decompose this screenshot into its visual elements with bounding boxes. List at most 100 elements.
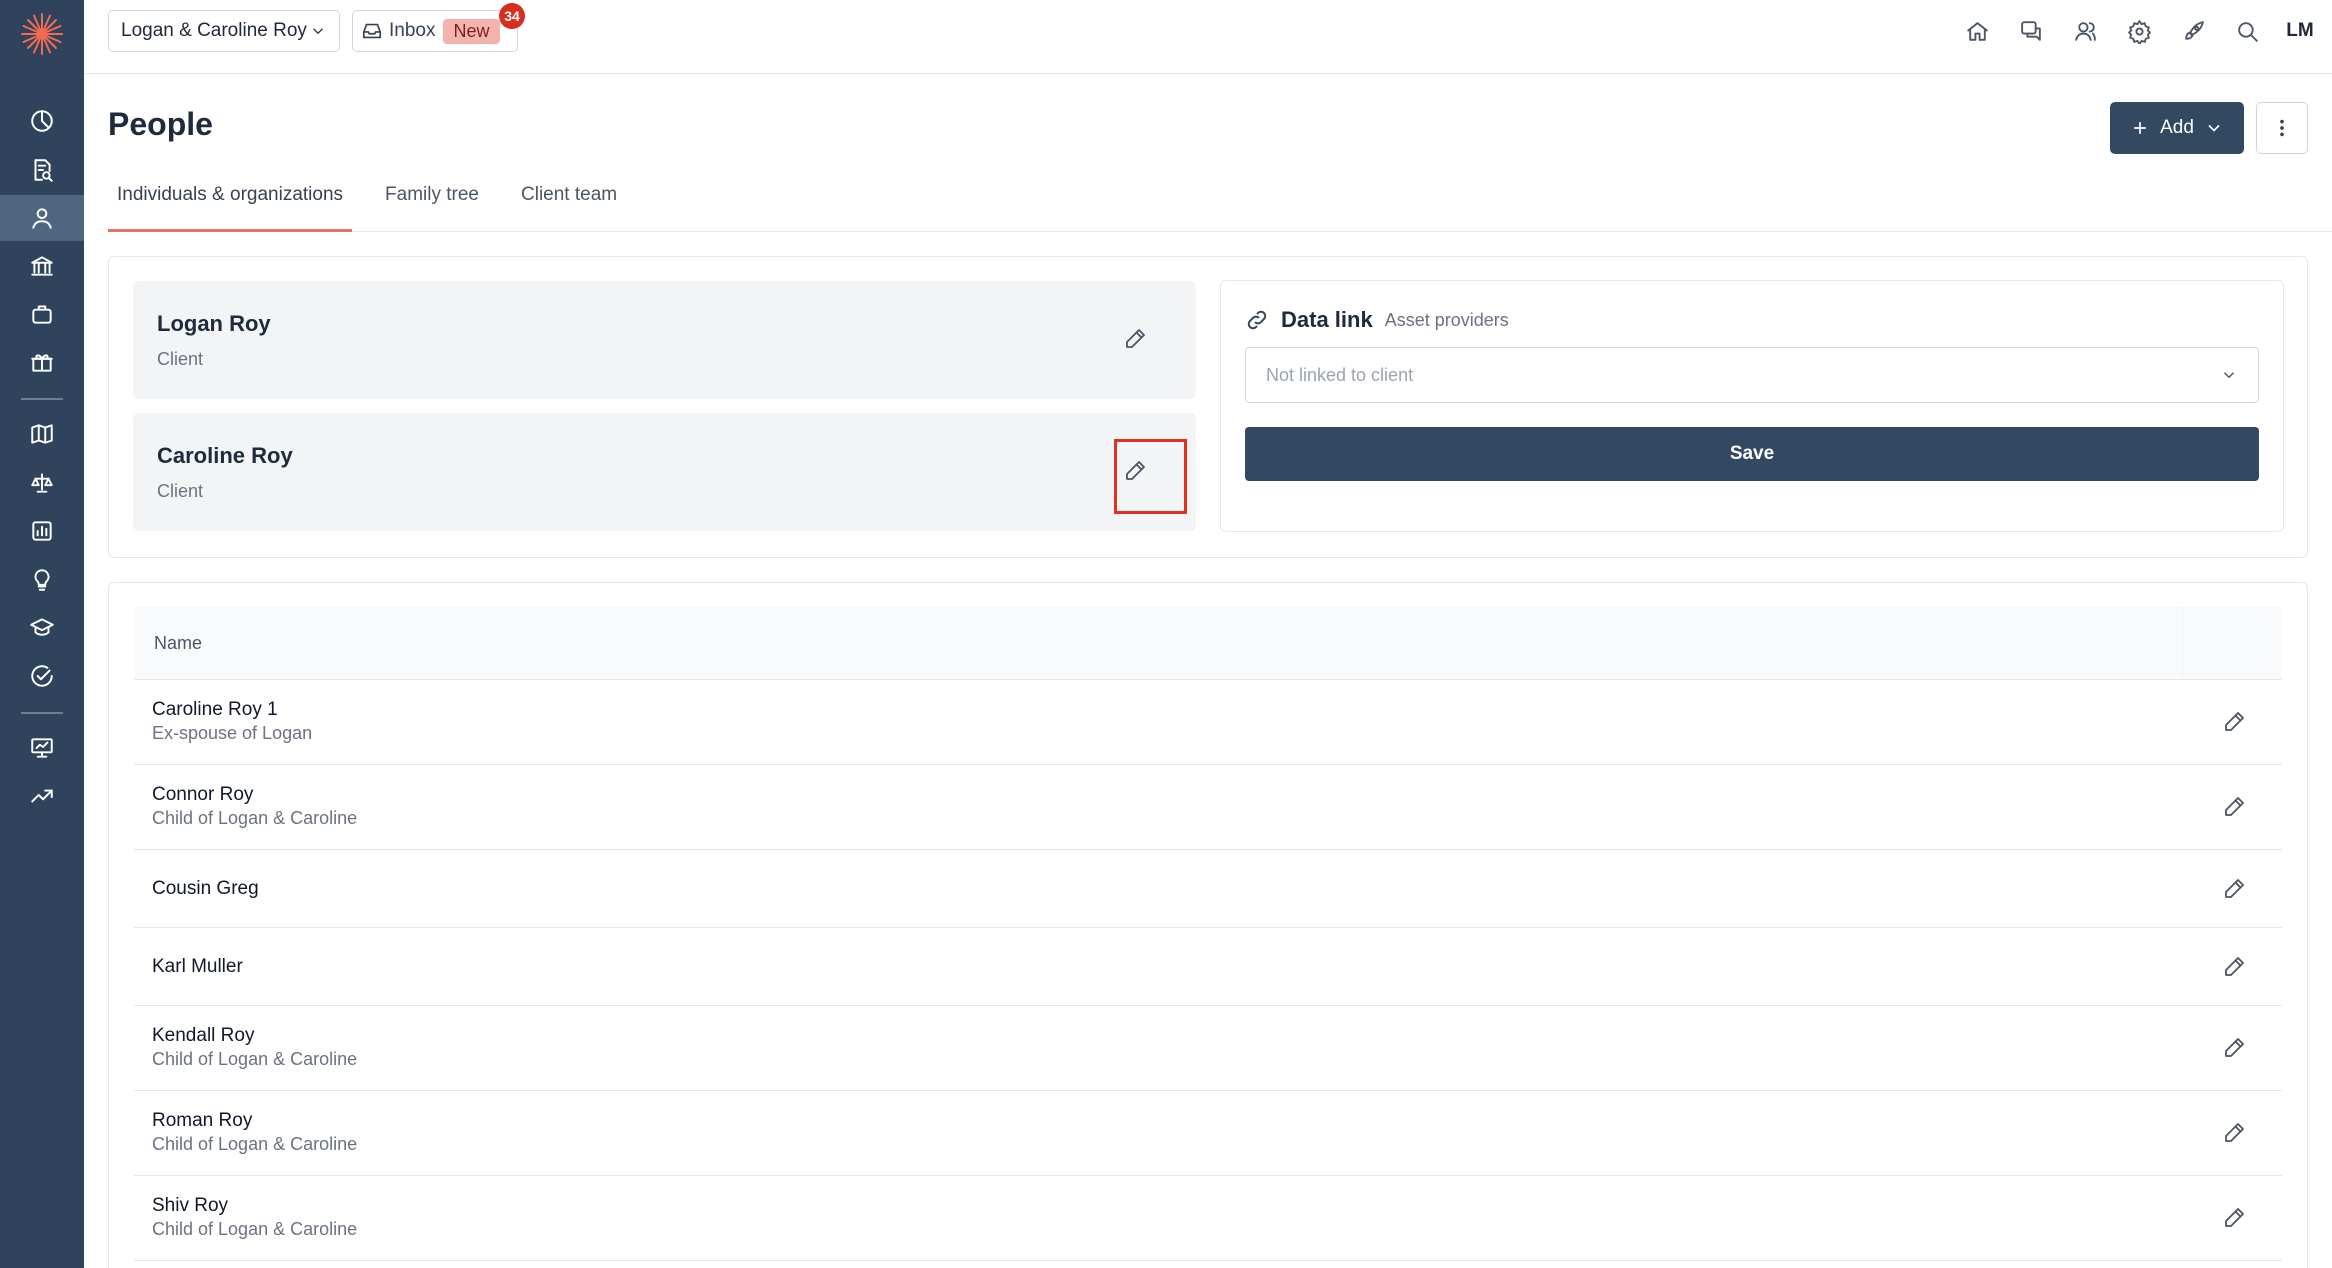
presentation-icon	[31, 738, 53, 758]
pencil-icon	[1126, 329, 1145, 348]
nav-dashboard[interactable]	[0, 98, 84, 144]
nav-reports[interactable]	[0, 508, 84, 554]
tab-individuals-organizations[interactable]: Individuals & organizations	[108, 176, 353, 232]
table-row[interactable]: Caroline Roy 1 Ex-spouse of Logan	[134, 680, 2282, 765]
pencil-icon	[2225, 1208, 2244, 1227]
add-button-label: Add	[2160, 117, 2194, 138]
data-link-header: Data link Asset providers	[1245, 307, 1509, 333]
nav-documents[interactable]	[0, 147, 84, 193]
new-badge: New	[443, 18, 500, 44]
tab-client-team[interactable]: Client team	[512, 176, 626, 232]
edit-row-button[interactable]	[2214, 1028, 2254, 1068]
row-relation: Child of Logan & Caroline	[152, 808, 358, 828]
users-icon	[2074, 21, 2096, 41]
edit-row-button[interactable]	[2214, 1113, 2254, 1153]
row-relation: Child of Logan & Caroline	[152, 1134, 358, 1154]
trend-icon	[31, 789, 53, 803]
pencil-icon	[2225, 712, 2244, 731]
nav-trends[interactable]	[0, 773, 84, 819]
plus-icon	[2134, 122, 2146, 134]
client-name: Caroline Roy	[157, 443, 293, 468]
row-name: Roman Roy	[152, 1110, 253, 1131]
settings-button[interactable]	[2112, 4, 2166, 58]
table-row[interactable]: Connor Roy Child of Logan & Caroline	[134, 765, 2282, 850]
top-icons: LM	[1950, 0, 2332, 62]
logo-icon[interactable]	[18, 10, 66, 58]
launch-button[interactable]	[2166, 4, 2220, 58]
person-icon	[32, 208, 52, 229]
chat-icon	[2020, 20, 2041, 41]
gear-icon	[2127, 19, 2151, 44]
data-link-panel: Data link Asset providers Not linked to …	[1220, 280, 2284, 532]
inbox-label: Inbox	[389, 20, 436, 41]
row-relation: Child of Logan & Caroline	[152, 1219, 358, 1239]
data-link-title: Data link	[1281, 307, 1373, 332]
edit-row-button[interactable]	[2214, 869, 2254, 909]
dashboard-icon	[31, 110, 53, 132]
nav-balance[interactable]	[0, 460, 84, 506]
row-name: Karl Muller	[152, 956, 243, 977]
graduation-icon	[30, 618, 54, 636]
asset-provider-select[interactable]: Not linked to client	[1245, 347, 2259, 403]
nav-gift[interactable]	[0, 339, 84, 385]
nav-education[interactable]	[0, 605, 84, 651]
search-button[interactable]	[2220, 4, 2274, 58]
column-header-name[interactable]: Name	[154, 633, 202, 654]
inbox-count-badge: 34	[499, 3, 525, 29]
chevron-down-icon	[312, 28, 324, 35]
data-link-subtitle: Asset providers	[1384, 309, 1509, 330]
nav-tasks[interactable]	[0, 653, 84, 699]
table-row[interactable]: Shiv Roy Child of Logan & Caroline	[134, 1176, 2282, 1261]
document-search-icon	[34, 159, 53, 182]
client-card-caroline: Caroline Roy Client	[133, 413, 1196, 531]
row-name: Caroline Roy 1	[152, 699, 278, 720]
link-icon	[1247, 310, 1267, 330]
nav-ideas[interactable]	[0, 557, 84, 603]
messages-button[interactable]	[2004, 4, 2058, 58]
table-row[interactable]: Kendall Roy Child of Logan & Caroline	[134, 1006, 2282, 1091]
chevron-down-icon	[2223, 372, 2235, 379]
pencil-icon	[2225, 1038, 2244, 1057]
edit-client-button[interactable]	[1115, 319, 1155, 359]
add-button[interactable]: Add	[2110, 102, 2244, 154]
row-name: Kendall Roy	[152, 1025, 255, 1046]
client-selector[interactable]: Logan & Caroline Roy	[108, 10, 340, 52]
chevron-down-icon	[2208, 124, 2220, 132]
nav-bank[interactable]	[0, 243, 84, 289]
contacts-button[interactable]	[2058, 4, 2112, 58]
rocket-icon	[2184, 20, 2204, 40]
edit-row-button[interactable]	[2214, 1198, 2254, 1238]
column-divider	[2182, 607, 2183, 680]
inbox-icon	[362, 23, 382, 39]
nav-presentations[interactable]	[0, 725, 84, 771]
row-relation: Ex-spouse of Logan	[152, 723, 313, 743]
more-options-button[interactable]	[2256, 102, 2308, 154]
edit-row-button[interactable]	[2214, 787, 2254, 827]
lightbulb-icon	[34, 569, 50, 591]
client-card-logan: Logan Roy Client	[133, 281, 1196, 399]
avatar[interactable]: LM	[2274, 5, 2326, 57]
tab-family-tree[interactable]: Family tree	[376, 176, 488, 232]
asset-provider-placeholder: Not linked to client	[1266, 364, 1414, 385]
edit-row-button[interactable]	[2214, 947, 2254, 987]
chart-icon	[32, 521, 52, 541]
nav-people[interactable]	[0, 195, 84, 241]
edit-row-button[interactable]	[2214, 702, 2254, 742]
table-row[interactable]: Karl Muller	[134, 928, 2282, 1006]
map-icon	[31, 424, 53, 444]
home-button[interactable]	[1950, 4, 2004, 58]
sidebar-divider	[21, 712, 63, 714]
inbox-button[interactable]: Inbox New 34	[352, 3, 525, 52]
search-icon	[2237, 21, 2258, 42]
nav-briefcase[interactable]	[0, 291, 84, 337]
save-button[interactable]: Save	[1245, 427, 2259, 481]
sidebar-divider	[21, 398, 63, 400]
more-vertical-icon	[2280, 119, 2284, 137]
check-circle-icon	[31, 665, 53, 687]
pencil-icon	[2225, 879, 2244, 898]
nav-map[interactable]	[0, 411, 84, 457]
row-relation: Child of Logan & Caroline	[152, 1049, 358, 1069]
client-name: Logan Roy	[157, 311, 271, 336]
table-row[interactable]: Roman Roy Child of Logan & Caroline	[134, 1091, 2282, 1176]
table-row[interactable]: Cousin Greg	[134, 850, 2282, 928]
